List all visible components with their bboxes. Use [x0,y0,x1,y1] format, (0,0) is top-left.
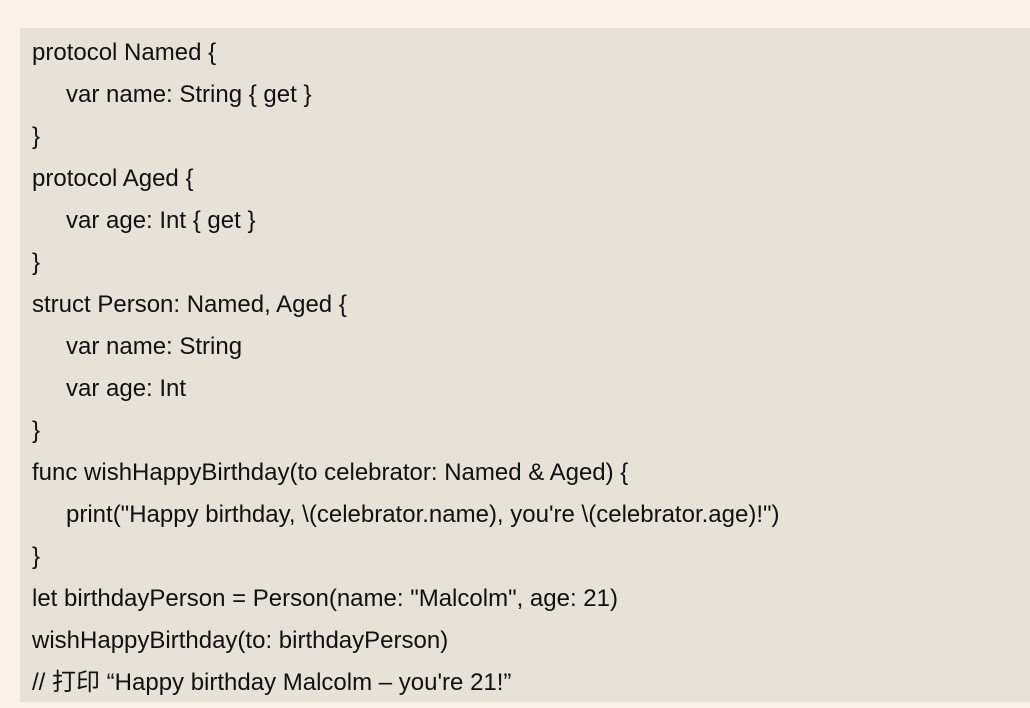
code-line: var age: Int { get } [66,207,256,234]
code-line: struct Person: Named, Aged { [32,291,347,318]
code-line: } [32,417,41,444]
code-line: protocol Aged { [32,165,194,192]
code-line: wishHappyBirthday(to: birthdayPerson) [32,627,449,654]
code-line: print("Happy birthday, \(celebrator.name… [66,501,780,528]
code-line: let birthdayPerson = Person(name: "Malco… [32,585,618,612]
code-line: var name: String [66,333,243,360]
code-comment-line: // 打印 “Happy birthday Malcolm – you're 2… [32,669,512,696]
code-line: protocol Named { [32,39,217,66]
code-line: func wishHappyBirthday(to celebrator: Na… [32,459,629,486]
code-line: } [32,249,41,276]
code-line: } [32,543,41,570]
code-line: } [32,123,41,150]
code-line: var age: Int [66,375,187,402]
code-block: protocol Named { var name: String { get … [20,28,1030,702]
code-line: var name: String { get } [66,81,312,108]
